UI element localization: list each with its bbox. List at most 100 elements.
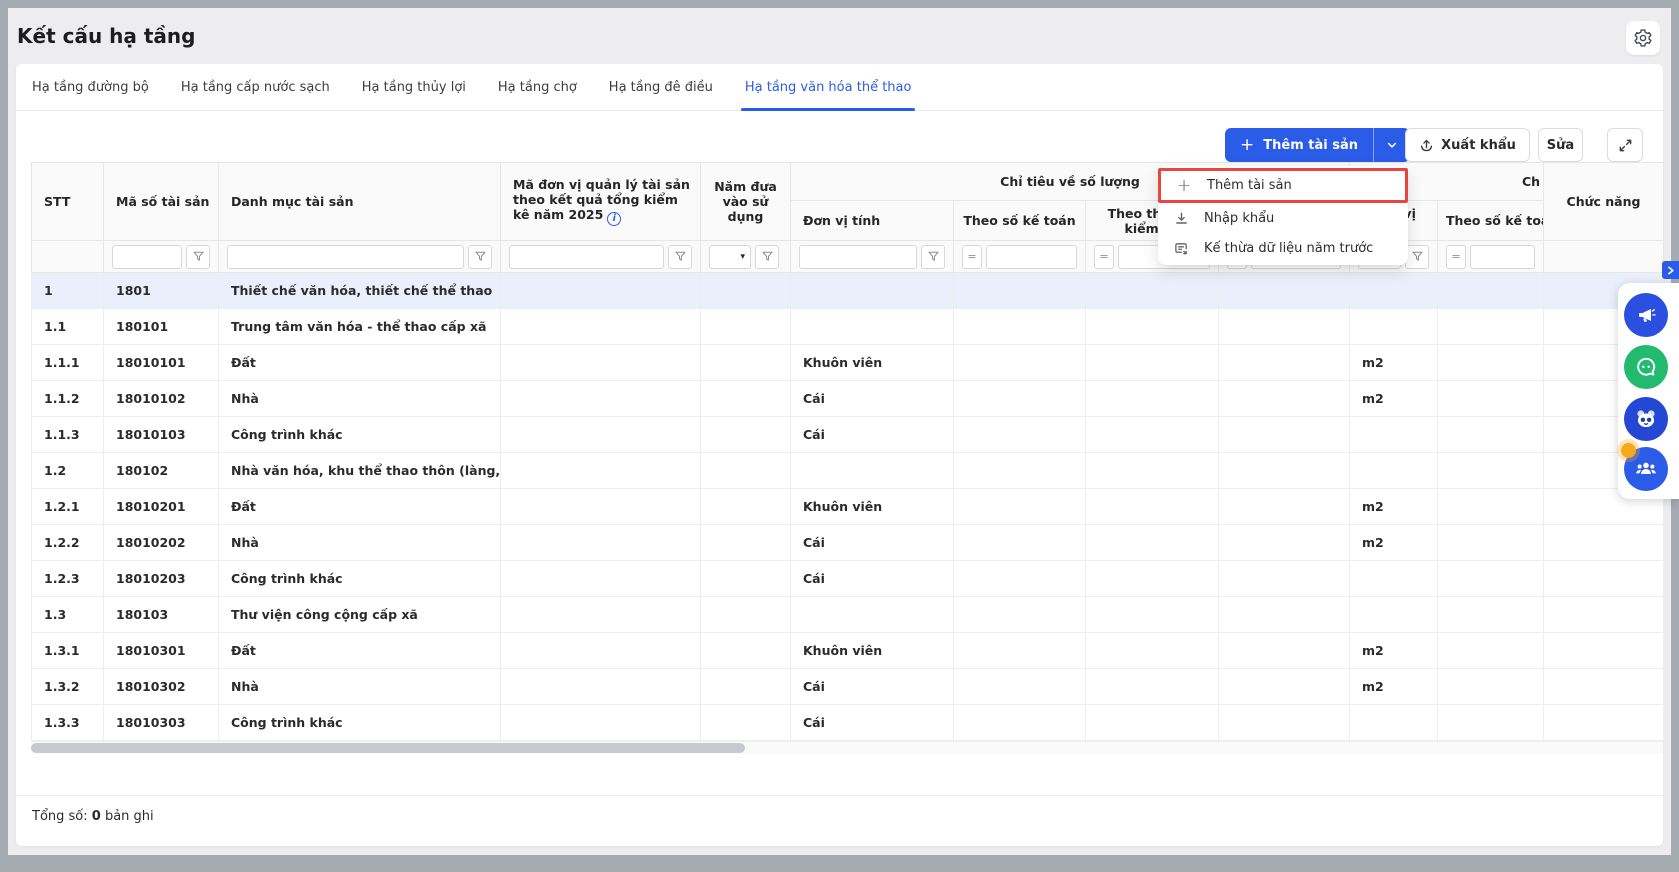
col-header-don-vi-tinh[interactable]: Đơn vị tính bbox=[791, 201, 954, 241]
cell-don-vi-tinh: Cái bbox=[791, 381, 954, 417]
community-button[interactable] bbox=[1624, 447, 1668, 491]
fullscreen-button[interactable] bbox=[1607, 128, 1643, 162]
caret-down-icon: ▾ bbox=[740, 252, 745, 262]
filter-input-ma-so-tai-san[interactable] bbox=[112, 245, 182, 269]
cell-nam-dua-vao-su-dung bbox=[701, 273, 791, 309]
cell-theo-so-ke-toan bbox=[954, 633, 1086, 669]
filter-funnel-don-vi-tinh[interactable] bbox=[921, 245, 945, 269]
cell-theo-so-ke-toan-2 bbox=[1438, 561, 1544, 597]
total-label: Tổng số: bbox=[32, 809, 88, 824]
plus-icon: + bbox=[1175, 177, 1193, 195]
filter-funnel-danh-muc-tai-san[interactable] bbox=[468, 245, 492, 269]
cell-hidden-col bbox=[1219, 381, 1350, 417]
cell-hidden-col bbox=[1219, 561, 1350, 597]
col-header-theo-so-ke-toan[interactable]: Theo số kế toán bbox=[954, 201, 1086, 241]
tab-ha-tang-cho[interactable]: Hạ tầng chợ bbox=[498, 64, 577, 110]
tab-ha-tang-thuy-loi[interactable]: Hạ tầng thủy lợi bbox=[362, 64, 466, 110]
col-header-danh-muc-tai-san[interactable]: Danh mục tài sản bbox=[219, 163, 501, 241]
cell-theo-so-ke-toan-2 bbox=[1438, 309, 1544, 345]
table-row[interactable]: 1.3.118010301ĐấtKhuôn viênm2 bbox=[32, 633, 1664, 669]
cell-theo-so-ke-toan bbox=[954, 525, 1086, 561]
col-header-nam-dua-vao-su-dung[interactable]: Năm đưa vào sử dụng bbox=[701, 163, 791, 241]
cell-don-vi-tinh: Cái bbox=[791, 417, 954, 453]
menu-item-ke-thua-du-lieu[interactable]: Kế thừa dữ liệu năm trước bbox=[1158, 233, 1408, 263]
table-row[interactable]: 11801Thiết chế văn hóa, thiết chế thể th… bbox=[32, 273, 1664, 309]
col-header-chuc-nang[interactable]: Chức năng bbox=[1544, 163, 1664, 241]
table-row[interactable]: 1.2.118010201ĐấtKhuôn viênm2 bbox=[32, 489, 1664, 525]
announcement-button[interactable] bbox=[1624, 293, 1668, 337]
cell-don-vi-tinh-2 bbox=[1350, 417, 1438, 453]
cell-don-vi-tinh-2: m2 bbox=[1350, 381, 1438, 417]
cell-theo-so-ke-toan-2 bbox=[1438, 669, 1544, 705]
edit-button-label: Sửa bbox=[1547, 138, 1574, 153]
tab-ha-tang-de-dieu[interactable]: Hạ tầng đê điều bbox=[609, 64, 713, 110]
filter-cell-ma-so-tai-san bbox=[104, 241, 219, 273]
table-row[interactable]: 1.1180101Trung tâm văn hóa - thể thao cấ… bbox=[32, 309, 1664, 345]
table-row[interactable]: 1.2.218010202NhàCáim2 bbox=[32, 525, 1664, 561]
chat-support-button[interactable] bbox=[1624, 345, 1668, 389]
cell-chuc-nang bbox=[1544, 669, 1664, 705]
table-row[interactable]: 1.2180102Nhà văn hóa, khu thể thao thôn … bbox=[32, 453, 1664, 489]
gear-icon bbox=[1633, 28, 1653, 48]
assistant-button[interactable] bbox=[1624, 397, 1668, 441]
filter-funnel-ma-don-vi-quan-ly[interactable] bbox=[668, 245, 692, 269]
horizontal-scrollbar-thumb[interactable] bbox=[31, 743, 745, 753]
filter-input-theo-so-ke-toan[interactable] bbox=[986, 245, 1077, 269]
info-icon[interactable]: i bbox=[607, 212, 621, 226]
horizontal-scrollbar[interactable] bbox=[31, 741, 1663, 754]
cell-nam-dua-vao-su-dung bbox=[701, 561, 791, 597]
col-header-theo-so-ke-toan-2[interactable]: Theo số kế toán bbox=[1438, 201, 1544, 241]
settings-button[interactable] bbox=[1626, 21, 1660, 55]
cell-don-vi-tinh bbox=[791, 309, 954, 345]
cell-don-vi-tinh-2 bbox=[1350, 453, 1438, 489]
cell-theo-thuc-te-kiem-ke bbox=[1086, 345, 1219, 381]
table-row[interactable]: 1.1.318010103Công trình khácCái bbox=[32, 417, 1664, 453]
download-icon bbox=[1172, 211, 1190, 226]
page-title: Kết cấu hạ tầng bbox=[17, 24, 195, 48]
tab-ha-tang-van-hoa-the-thao[interactable]: Hạ tầng văn hóa thể thao bbox=[745, 64, 912, 110]
chat-bubble-icon bbox=[1634, 355, 1658, 379]
cell-ma-so-tai-san: 18010202 bbox=[104, 525, 219, 561]
cell-stt: 1 bbox=[32, 273, 104, 309]
filter-input-theo-so-ke-toan-2[interactable] bbox=[1470, 245, 1535, 269]
menu-item-label: Nhập khẩu bbox=[1204, 211, 1274, 226]
cell-theo-so-ke-toan bbox=[954, 381, 1086, 417]
filter-input-ma-don-vi-quan-ly[interactable] bbox=[509, 245, 664, 269]
cell-danh-muc-tai-san: Nhà văn hóa, khu thể thao thôn (làng, … bbox=[219, 453, 501, 489]
cell-ma-so-tai-san: 180102 bbox=[104, 453, 219, 489]
tab-ha-tang-duong-bo[interactable]: Hạ tầng đường bộ bbox=[32, 64, 149, 110]
edit-button[interactable]: Sửa bbox=[1538, 128, 1583, 162]
export-button[interactable]: Xuất khẩu bbox=[1405, 128, 1530, 162]
table-row[interactable]: 1.3.318010303Công trình khácCái bbox=[32, 705, 1664, 741]
table-row[interactable]: 1.1.218010102NhàCáim2 bbox=[32, 381, 1664, 417]
col-header-stt[interactable]: STT bbox=[32, 163, 104, 241]
cell-theo-so-ke-toan-2 bbox=[1438, 525, 1544, 561]
filter-input-danh-muc-tai-san[interactable] bbox=[227, 245, 464, 269]
menu-item-them-tai-san[interactable]: + Thêm tài sản bbox=[1158, 168, 1408, 203]
col-header-ma-so-tai-san[interactable]: Mã số tài sản bbox=[104, 163, 219, 241]
cell-nam-dua-vao-su-dung bbox=[701, 417, 791, 453]
cell-ma-so-tai-san: 180101 bbox=[104, 309, 219, 345]
sidebar-collapse-button[interactable] bbox=[1662, 261, 1679, 279]
cell-don-vi-tinh: Khuôn viên bbox=[791, 345, 954, 381]
add-asset-button[interactable]: + Thêm tài sản bbox=[1225, 128, 1373, 162]
filter-select-nam-dua-vao-su-dung[interactable]: ▾ bbox=[709, 245, 751, 269]
cell-theo-thuc-te-kiem-ke bbox=[1086, 705, 1219, 741]
table-row[interactable]: 1.2.318010203Công trình khácCái bbox=[32, 561, 1664, 597]
cell-theo-so-ke-toan-2 bbox=[1438, 453, 1544, 489]
cell-ma-so-tai-san: 18010102 bbox=[104, 381, 219, 417]
table-row[interactable]: 1.1.118010101ĐấtKhuôn viênm2 bbox=[32, 345, 1664, 381]
filter-funnel-ma-so-tai-san[interactable] bbox=[186, 245, 210, 269]
col-header-ma-don-vi-quan-ly[interactable]: Mã đơn vị quản lý tài sản theo kết quả t… bbox=[501, 163, 701, 241]
add-asset-button-label: Thêm tài sản bbox=[1263, 138, 1358, 153]
menu-item-label: Thêm tài sản bbox=[1207, 178, 1292, 193]
table-row[interactable]: 1.3.218010302NhàCáim2 bbox=[32, 669, 1664, 705]
menu-item-nhap-khau[interactable]: Nhập khẩu bbox=[1158, 203, 1408, 233]
tab-ha-tang-cap-nuoc-sach[interactable]: Hạ tầng cấp nước sạch bbox=[181, 64, 330, 110]
filter-input-don-vi-tinh[interactable] bbox=[799, 245, 917, 269]
table-row[interactable]: 1.3180103Thư viện công cộng cấp xã bbox=[32, 597, 1664, 633]
funnel-icon bbox=[761, 250, 774, 263]
filter-funnel-nam-dua-vao-su-dung[interactable] bbox=[755, 245, 779, 269]
cell-theo-so-ke-toan-2 bbox=[1438, 633, 1544, 669]
filter-funnel-don-vi-tinh-2[interactable] bbox=[1405, 245, 1429, 269]
